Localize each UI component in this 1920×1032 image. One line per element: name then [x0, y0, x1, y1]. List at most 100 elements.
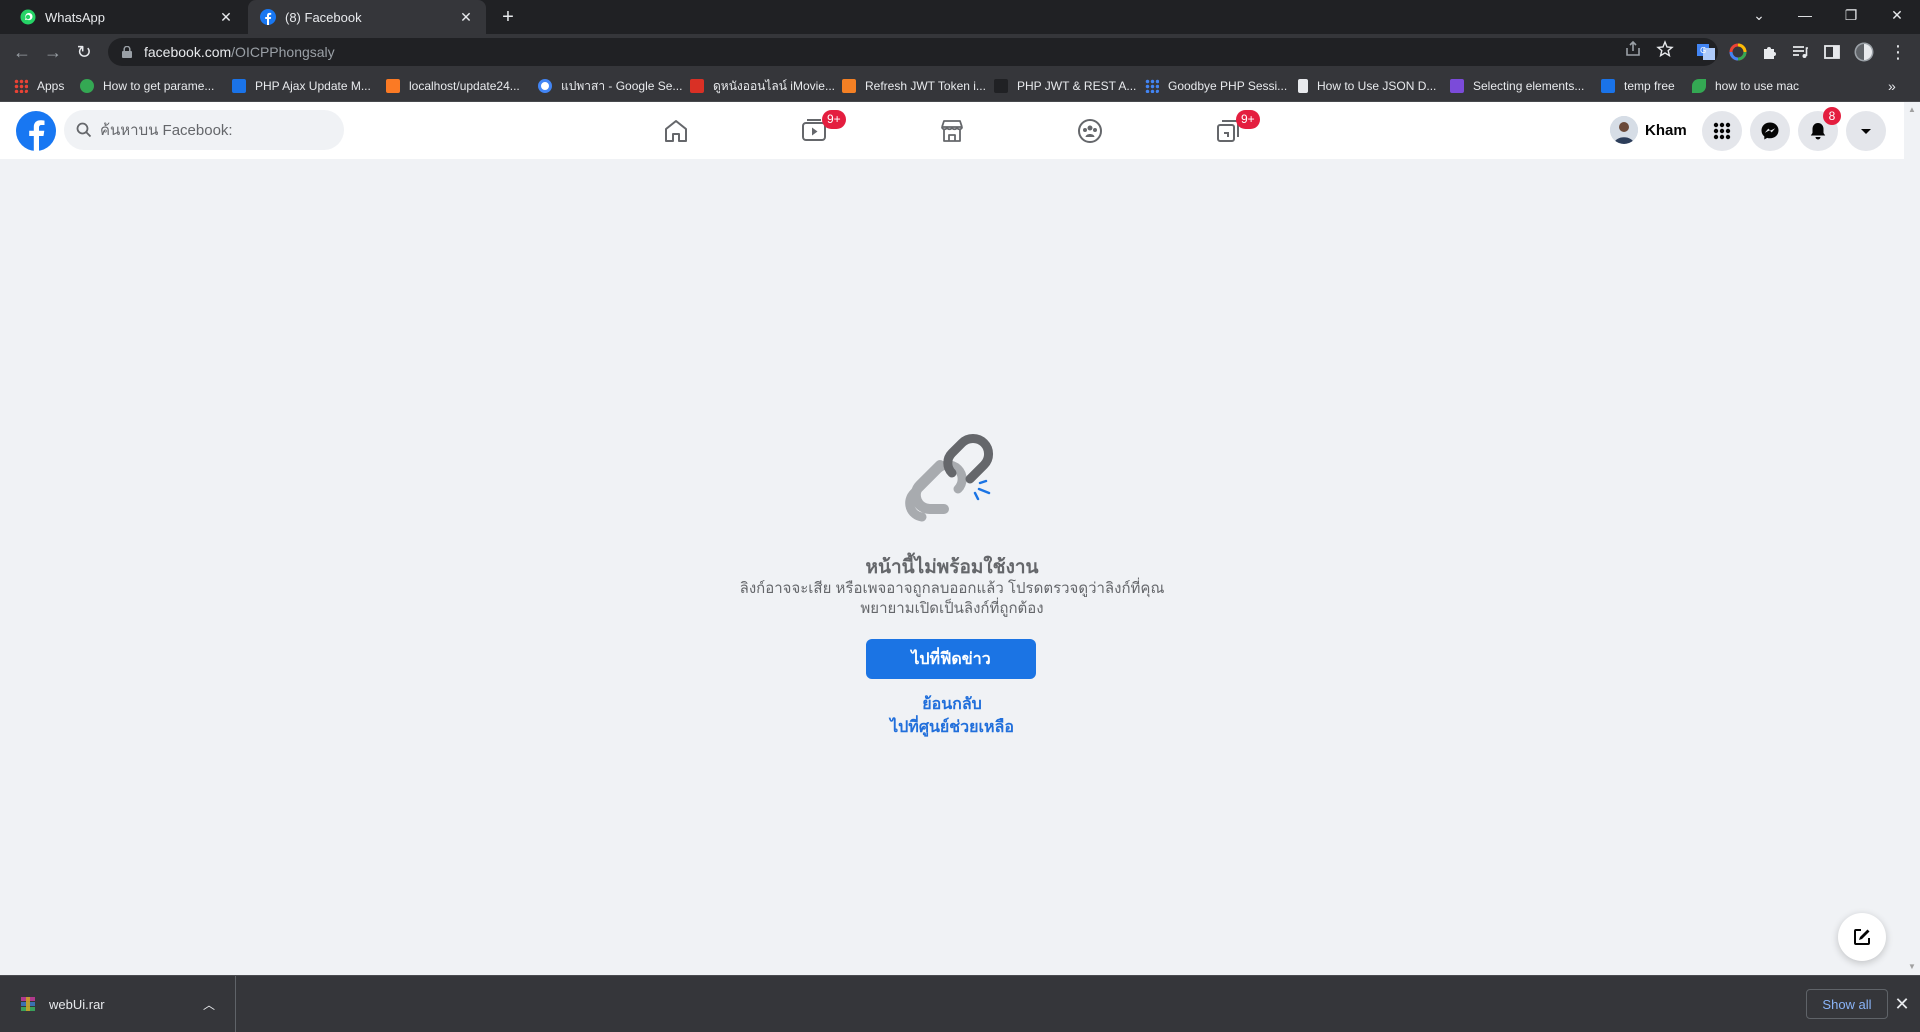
broken-link-icon — [905, 433, 994, 522]
bookmark-label: PHP Ajax Update M... — [255, 79, 371, 93]
scroll-down-icon[interactable]: ▼ — [1904, 959, 1920, 975]
bookmark-label: Apps — [37, 79, 65, 93]
messenger-icon — [1761, 122, 1779, 140]
nav-gaming[interactable]: 9+ — [1172, 102, 1284, 159]
svg-text:G: G — [1700, 46, 1706, 55]
download-shelf: webUi.rar ︿ Show all ✕ — [0, 975, 1920, 1032]
apps-grid-icon — [14, 79, 28, 93]
profile-avatar-icon[interactable] — [1854, 42, 1874, 62]
tab-search-icon[interactable]: ⌄ — [1736, 0, 1782, 30]
new-tab-button[interactable]: + — [496, 6, 520, 28]
bookmark-item[interactable]: temp free — [1601, 77, 1675, 95]
bookmark-label: PHP JWT & REST A... — [1017, 79, 1137, 93]
search-icon — [76, 122, 92, 138]
go-to-news-feed-button[interactable]: ไปที่ฟีดข่าว — [866, 639, 1036, 679]
download-file-name: webUi.rar — [49, 996, 105, 1012]
minimize-button[interactable]: — — [1782, 0, 1828, 30]
profile-shortcut[interactable]: Kham — [1610, 114, 1687, 146]
search-input[interactable] — [100, 121, 320, 139]
help-center-link[interactable]: ไปที่ศูนย์ช่วยเหลือ — [0, 715, 1904, 740]
bookmark-item[interactable]: ดูหนังออนไลน์ iMovie... — [690, 77, 835, 95]
facebook-header: 9+ 9+ Kham 8 — [0, 102, 1904, 159]
whatsapp-icon — [20, 9, 36, 25]
color-picker-extension-icon[interactable] — [1728, 42, 1748, 62]
bookmark-item[interactable]: How to Use JSON D... — [1298, 77, 1436, 95]
facebook-search[interactable] — [64, 110, 344, 150]
go-back-link[interactable]: ย้อนกลับ — [0, 692, 1904, 717]
bookmark-label: How to get parame... — [103, 79, 215, 93]
side-panel-icon[interactable] — [1822, 42, 1842, 62]
bookmark-item[interactable]: PHP JWT & REST A... — [994, 77, 1136, 95]
chrome-menu-icon[interactable]: ⋮ — [1886, 40, 1910, 64]
watch-badge: 9+ — [822, 110, 846, 129]
facebook-logo-icon[interactable] — [16, 111, 56, 151]
caret-down-icon — [1861, 129, 1871, 134]
bookmark-label: Refresh JWT Token i... — [865, 79, 986, 93]
messenger-button[interactable] — [1750, 111, 1790, 151]
bookmark-label: Selecting elements... — [1473, 79, 1585, 93]
nav-home[interactable] — [620, 102, 732, 159]
bookmark-item[interactable]: How to get parame... — [80, 77, 214, 95]
reload-button[interactable]: ↻ — [72, 40, 96, 64]
bookmark-item[interactable]: แปพาสา - Google Se... — [538, 77, 682, 95]
bookmark-item[interactable]: Goodbye PHP Sessi... — [1145, 77, 1287, 95]
facebook-icon — [260, 9, 276, 25]
extensions-puzzle-icon[interactable] — [1760, 42, 1780, 62]
bookmark-label: how to use mac — [1715, 79, 1800, 93]
bookmark-item[interactable]: PHP Ajax Update M... — [232, 77, 371, 95]
bookmark-star-icon[interactable] — [1656, 40, 1674, 58]
bookmark-item[interactable]: Apps — [14, 77, 64, 95]
bookmark-label: Goodbye PHP Sessi... — [1168, 79, 1288, 93]
show-all-downloads-button[interactable]: Show all — [1806, 989, 1888, 1019]
bell-icon — [1810, 123, 1826, 140]
scroll-up-icon[interactable]: ▲ — [1904, 102, 1920, 118]
tab-title: WhatsApp — [45, 9, 105, 25]
close-shelf-icon[interactable]: ✕ — [1890, 990, 1914, 1018]
bookmark-item[interactable]: how to use mac — [1692, 77, 1799, 95]
tab-title: (8) Facebook — [285, 9, 362, 25]
gaming-badge: 9+ — [1236, 110, 1260, 129]
window-close-button[interactable]: ✕ — [1874, 0, 1920, 30]
back-button[interactable]: ← — [10, 40, 34, 64]
link-icon — [80, 79, 94, 93]
browser-toolbar: ← → ↻ facebook.com/OICPPhongsaly G ⋮ — [0, 34, 1920, 70]
profile-name: Kham — [1645, 121, 1687, 139]
notifications-button[interactable]: 8 — [1798, 107, 1841, 151]
media-queue-icon[interactable] — [1790, 42, 1810, 62]
bookmarks-bar: Apps How to get parame... PHP Ajax Updat… — [0, 70, 1920, 102]
nav-marketplace[interactable] — [896, 102, 1008, 159]
download-item[interactable]: webUi.rar ︿ — [0, 976, 236, 1032]
nav-watch[interactable]: 9+ — [758, 102, 870, 159]
chevron-up-icon[interactable]: ︿ — [203, 996, 215, 1013]
dots-icon — [1145, 79, 1159, 93]
page-scrollbar[interactable]: ▲ ▼ — [1904, 102, 1920, 975]
marketplace-icon — [941, 119, 963, 142]
new-message-button[interactable] — [1838, 913, 1886, 961]
compose-icon — [1854, 929, 1870, 945]
menu-button[interactable] — [1702, 111, 1742, 151]
translate-extension-icon[interactable]: G — [1696, 42, 1716, 62]
address-bar[interactable]: facebook.com/OICPPhongsaly — [108, 38, 1718, 66]
tab-whatsapp[interactable]: WhatsApp ✕ — [8, 0, 246, 34]
url-path: /OICPPhongsaly — [231, 44, 335, 60]
error-title: หน้านี้ไม่พร้อมใช้งาน — [865, 557, 1039, 578]
bookmark-item[interactable]: Refresh JWT Token i... — [842, 77, 986, 95]
leaf-icon — [1692, 79, 1706, 93]
bookmarks-overflow-icon[interactable]: » — [1888, 77, 1896, 95]
bookmark-label: How to Use JSON D... — [1317, 79, 1437, 93]
bolt-icon — [1601, 79, 1615, 93]
share-icon[interactable] — [1624, 40, 1642, 58]
bookmark-label: localhost/update24... — [409, 79, 520, 93]
restore-button[interactable]: ❐ — [1828, 0, 1874, 30]
main-content: หน้านี้ไม่พร้อมใช้งาน ลิงก์อาจจะเสีย หรื… — [0, 159, 1904, 975]
close-icon[interactable]: ✕ — [218, 9, 234, 25]
bookmark-item[interactable]: Selecting elements... — [1450, 77, 1584, 95]
nav-groups[interactable] — [1034, 102, 1146, 159]
account-button[interactable] — [1846, 111, 1886, 151]
close-icon[interactable]: ✕ — [458, 9, 474, 25]
xampp-icon — [386, 79, 400, 93]
lock-icon — [122, 46, 132, 58]
bookmark-item[interactable]: localhost/update24... — [386, 77, 520, 95]
forward-button[interactable]: → — [41, 40, 65, 64]
tab-facebook[interactable]: (8) Facebook ✕ — [248, 0, 486, 34]
